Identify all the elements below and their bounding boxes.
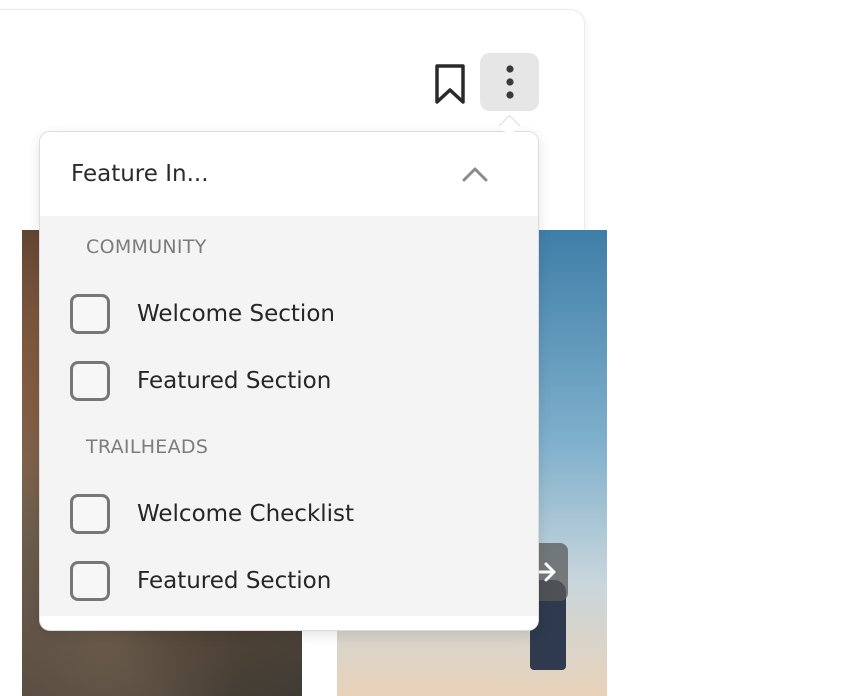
- checkbox[interactable]: [70, 494, 110, 534]
- option-community-featured-section[interactable]: Featured Section: [70, 358, 500, 404]
- option-label: Welcome Section: [137, 301, 335, 327]
- vertical-dots-icon: [505, 65, 514, 99]
- feature-in-dropdown: Feature In... COMMUNITY Welcome Section …: [40, 132, 538, 630]
- option-trailheads-welcome-checklist[interactable]: Welcome Checklist: [70, 491, 500, 537]
- option-community-welcome-section[interactable]: Welcome Section: [70, 291, 500, 337]
- screen: Feature In... COMMUNITY Welcome Section …: [0, 0, 854, 696]
- bookmark-button[interactable]: [428, 60, 472, 108]
- dropdown-options: COMMUNITY Welcome Section Featured Secti…: [40, 216, 538, 616]
- chevron-up-icon[interactable]: [462, 166, 488, 182]
- section-label-community: COMMUNITY: [86, 236, 207, 258]
- checkbox[interactable]: [70, 361, 110, 401]
- checkbox[interactable]: [70, 561, 110, 601]
- checkbox[interactable]: [70, 294, 110, 334]
- option-label: Featured Section: [137, 368, 332, 394]
- option-label: Featured Section: [137, 568, 332, 594]
- section-label-trailheads: TRAILHEADS: [86, 436, 209, 458]
- bookmark-icon: [435, 64, 465, 104]
- more-options-button[interactable]: [480, 53, 539, 111]
- option-trailheads-featured-section[interactable]: Featured Section: [70, 558, 500, 604]
- dropdown-title: Feature In...: [71, 161, 209, 187]
- dropdown-header[interactable]: Feature In...: [40, 132, 538, 216]
- option-label: Welcome Checklist: [137, 501, 355, 527]
